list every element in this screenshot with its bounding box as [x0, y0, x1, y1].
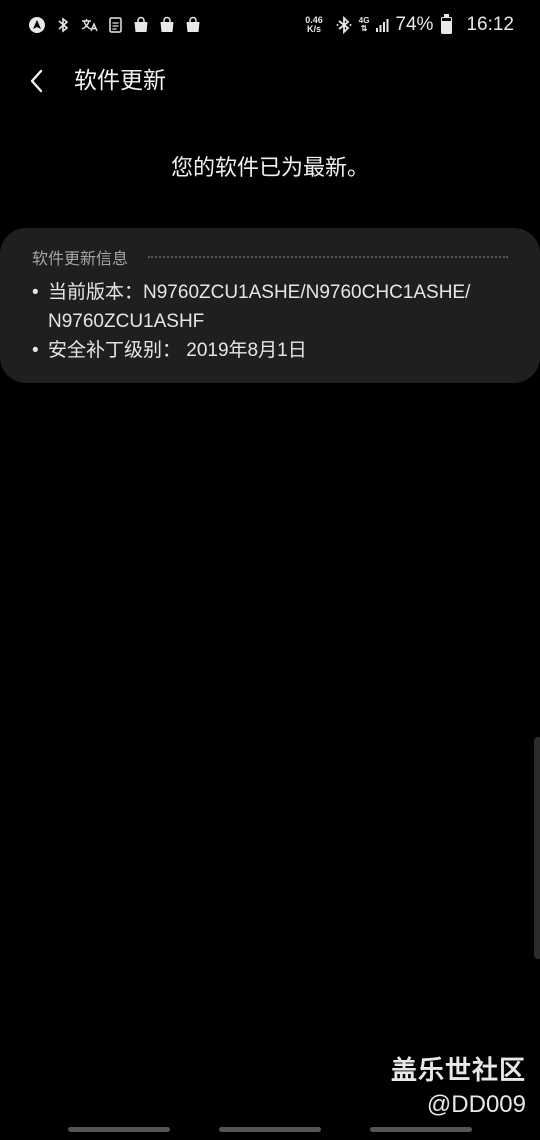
android-auto-icon: [28, 16, 46, 34]
navigation-bar: [0, 1127, 540, 1133]
card-title: 软件更新信息: [32, 249, 129, 268]
current-version-value-line1: N9760ZCU1ASHE/N9760CHC1ASHE/: [143, 282, 471, 303]
shopping-bag-icon: [158, 16, 176, 34]
bullet: •: [32, 282, 39, 303]
back-button[interactable]: [22, 66, 52, 96]
shopping-bag-icon: [184, 16, 202, 34]
page-title: 软件更新: [74, 68, 166, 94]
security-patch-value: 2019年8月1日: [181, 340, 307, 361]
data-arrows-icon: ⇅: [360, 24, 368, 33]
security-patch-label: 安全补丁级别：: [48, 340, 182, 361]
notification-icons: [28, 16, 202, 34]
network-speed-unit: K/s: [306, 24, 321, 34]
nav-back-button[interactable]: [370, 1127, 472, 1132]
network-speed: 0.46 K/s: [305, 16, 323, 34]
app-bar: 软件更新: [0, 54, 540, 108]
bluetooth-small-icon: [54, 16, 72, 34]
document-icon: [106, 16, 124, 34]
current-version-label: 当前版本：: [48, 282, 144, 303]
software-update-info-card: 软件更新信息 • 当前版本：N9760ZCU1ASHE/N9760CHC1ASH…: [0, 228, 540, 383]
signal-strength-icon: [375, 16, 389, 34]
battery-percent: 74%: [395, 14, 434, 35]
edge-panel-handle[interactable]: [534, 737, 540, 959]
dotted-divider: [148, 256, 508, 258]
nav-home-button[interactable]: [219, 1127, 321, 1132]
battery-level-fill: [442, 21, 452, 33]
bullet: •: [32, 340, 39, 361]
translate-icon: [80, 16, 98, 34]
bluetooth-icon: [335, 16, 353, 34]
watermark-user: @DD009: [426, 1091, 526, 1118]
current-version-value-line2: N9760ZCU1ASHF: [48, 311, 205, 332]
watermark: 盖乐世社区 @DD009: [391, 1050, 526, 1119]
card-header: 软件更新信息: [32, 246, 508, 268]
network-type-indicator: 4G ⇅: [359, 17, 370, 33]
nav-recent-button[interactable]: [68, 1127, 170, 1132]
status-bar: 0.46 K/s 4G ⇅ 74% 16:12: [0, 0, 540, 54]
shopping-bag-icon: [132, 16, 150, 34]
battery-icon: [441, 13, 453, 34]
current-version-item: • 当前版本：N9760ZCU1ASHE/N9760CHC1ASHE/ N976…: [32, 278, 508, 336]
info-list: • 当前版本：N9760ZCU1ASHE/N9760CHC1ASHE/ N976…: [32, 278, 508, 365]
security-patch-item: • 安全补丁级别： 2019年8月1日: [32, 336, 508, 365]
system-status: 0.46 K/s 4G ⇅ 74% 16:12: [305, 13, 514, 36]
clock: 16:12: [466, 14, 514, 35]
watermark-title: 盖乐世社区: [390, 1056, 526, 1086]
back-arrow-icon: [30, 69, 43, 93]
update-status-message: 您的软件已为最新。: [170, 156, 369, 181]
